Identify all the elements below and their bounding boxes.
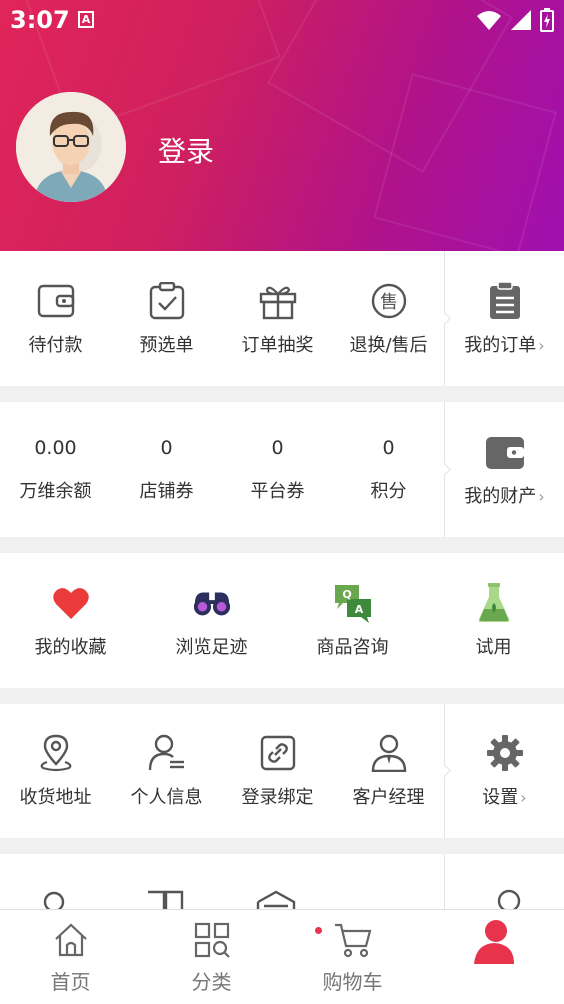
manager-icon	[369, 733, 409, 773]
heart-icon	[51, 583, 91, 623]
cart-icon	[333, 920, 373, 960]
status-bar: 3:07 A	[0, 0, 564, 40]
flask-icon	[474, 582, 514, 623]
login-binding-button[interactable]: 登录绑定	[222, 704, 333, 838]
services-card: 收货地址 个人信息 登录绑定 客户经理 设置 ›	[0, 704, 564, 838]
more-services-card	[0, 854, 564, 914]
after-sale-button[interactable]: 售 退换/售后	[333, 251, 444, 386]
nav-cart-label: 购物车	[322, 970, 383, 994]
account-manager-label: 客户经理	[352, 787, 425, 808]
features-card: 我的收藏 浏览足迹 QA 商品咨询 试用	[0, 553, 564, 688]
nav-cart[interactable]: 购物车	[282, 910, 423, 1004]
trial-label: 试用	[475, 636, 512, 658]
settings-button[interactable]: 设置 ›	[445, 704, 564, 838]
assets-card: 0.00 万维余额 0 店铺券 0 平台券 0 积分 我的财产 ›	[0, 402, 564, 537]
signal-icon	[511, 10, 531, 30]
wifi-icon	[477, 11, 501, 30]
order-lottery-button[interactable]: 订单抽奖	[222, 251, 333, 386]
nav-home[interactable]: 首页	[0, 910, 141, 1004]
browse-history-button[interactable]: 浏览足迹	[141, 553, 282, 688]
nav-home-label: 首页	[50, 970, 91, 994]
pending-payment-label: 待付款	[28, 334, 83, 356]
my-favorites-label: 我的收藏	[34, 636, 107, 658]
my-assets-text: 我的财产	[464, 485, 537, 507]
qa-a-glyph: A	[354, 603, 363, 616]
order-lottery-label: 订单抽奖	[241, 334, 314, 356]
nav-category[interactable]: 分类	[141, 910, 282, 1004]
link-icon	[258, 733, 298, 773]
preselect-order-label: 预选单	[139, 334, 194, 356]
wallet-filled-icon	[485, 432, 525, 472]
my-orders-button[interactable]: 我的订单 ›	[445, 251, 564, 386]
wallet-icon	[36, 281, 76, 321]
orders-card: 待付款 预选单 订单抽奖 售 退换/售后 我的订单 ›	[0, 251, 564, 386]
status-time: 3:07	[10, 6, 70, 34]
trial-button[interactable]: 试用	[423, 553, 564, 688]
points-label: 积分	[370, 480, 407, 502]
chevron-right-icon: ›	[538, 486, 545, 506]
chevron-right-icon: ›	[538, 335, 545, 355]
login-link[interactable]: 登录	[158, 130, 214, 170]
settings-text: 设置	[482, 787, 519, 808]
card-divider	[444, 854, 445, 914]
platform-coupon-label: 平台券	[250, 480, 305, 502]
home-icon	[51, 920, 91, 960]
product-consult-button[interactable]: QA 商品咨询	[282, 553, 423, 688]
status-icons	[476, 8, 554, 32]
profile-header: 3:07 A 登录	[0, 0, 564, 251]
nav-profile[interactable]	[423, 910, 564, 1004]
platform-coupon-value: 0	[271, 436, 284, 459]
nav-category-label: 分类	[191, 970, 232, 994]
login-binding-label: 登录绑定	[241, 787, 314, 808]
product-consult-label: 商品咨询	[316, 636, 389, 658]
my-assets-label: 我的财产 ›	[464, 482, 544, 508]
settings-label: 设置 ›	[482, 783, 526, 809]
shipping-address-label: 收货地址	[19, 787, 92, 808]
profile-icon	[470, 918, 518, 966]
pending-payment-button[interactable]: 待付款	[0, 251, 111, 386]
bottom-nav: 首页 分类 购物车	[0, 909, 564, 1004]
shop-coupon-label: 店铺券	[139, 480, 194, 502]
my-assets-button[interactable]: 我的财产 ›	[445, 402, 564, 537]
after-sale-icon: 售	[369, 281, 409, 321]
gear-icon	[485, 733, 525, 773]
battery-icon	[540, 8, 554, 32]
my-orders-text: 我的订单	[464, 334, 537, 356]
shop-coupon-value: 0	[160, 436, 173, 459]
notification-a-icon: A	[78, 11, 94, 28]
qa-chat-icon: QA	[333, 583, 373, 623]
my-favorites-button[interactable]: 我的收藏	[0, 553, 141, 688]
binoculars-icon	[192, 583, 232, 623]
person-info-icon	[147, 733, 187, 773]
chevron-right-icon: ›	[520, 788, 527, 807]
my-orders-label: 我的订单 ›	[464, 331, 544, 357]
clipboard-check-icon	[147, 281, 187, 321]
gift-icon	[258, 281, 298, 321]
platform-coupon-cell[interactable]: 0 平台券	[222, 402, 333, 537]
location-pin-icon	[36, 733, 76, 773]
balance-label: 万维余额	[19, 480, 92, 502]
preselect-order-button[interactable]: 预选单	[111, 251, 222, 386]
avatar[interactable]	[16, 92, 126, 202]
shipping-address-button[interactable]: 收货地址	[0, 704, 111, 838]
cart-badge-dot	[315, 927, 322, 934]
account-manager-button[interactable]: 客户经理	[333, 704, 444, 838]
browse-history-label: 浏览足迹	[175, 636, 248, 658]
after-sale-glyph: 售	[380, 292, 398, 313]
personal-info-label: 个人信息	[130, 787, 203, 808]
shop-coupon-cell[interactable]: 0 店铺券	[111, 402, 222, 537]
personal-info-button[interactable]: 个人信息	[111, 704, 222, 838]
order-list-icon	[485, 281, 525, 321]
balance-value: 0.00	[34, 436, 77, 459]
balance-cell[interactable]: 0.00 万维余额	[0, 402, 111, 537]
qa-q-glyph: Q	[342, 588, 351, 601]
after-sale-label: 退换/售后	[349, 334, 428, 356]
points-value: 0	[382, 436, 395, 459]
category-icon	[192, 920, 232, 960]
avatar-illustration	[16, 92, 126, 202]
points-cell[interactable]: 0 积分	[333, 402, 444, 537]
